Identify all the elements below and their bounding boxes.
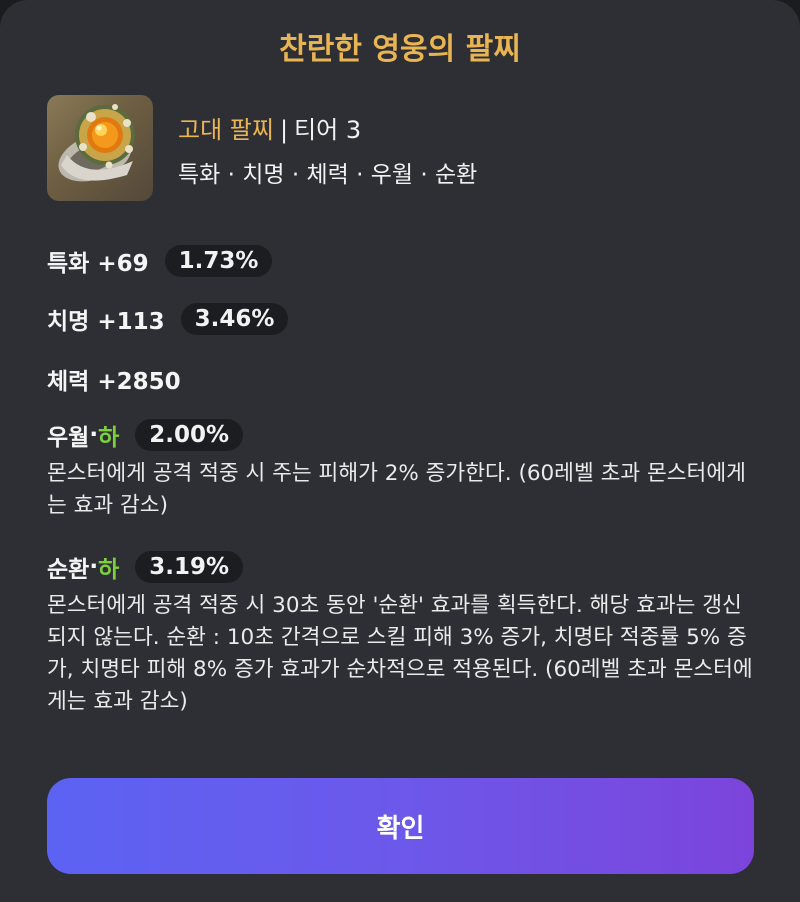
dialog-title: 찬란한 영웅의 팔찌: [279, 32, 521, 67]
effect-dot: ·: [89, 422, 99, 448]
item-separator: |: [279, 116, 289, 144]
stat-label: 특화 +69: [47, 251, 149, 277]
confirm-button[interactable]: 확인: [47, 778, 754, 874]
item-stats-summary: 특화 · 치명 · 체력 · 우월 · 순환: [178, 162, 478, 188]
effect-name: 순환: [47, 557, 90, 583]
effect-dot: ·: [89, 554, 99, 580]
stat-row-crit: 치명 +113 3.46%: [47, 302, 289, 336]
stat-label: 체력 +2850: [47, 369, 181, 395]
effect-description: 몬스터에게 공격 적중 시 30초 동안 '순환' 효과를 획득한다. 해당 효…: [47, 593, 753, 714]
item-tier: 티어 3: [294, 116, 362, 144]
effect-row-cycle: 순환 · 하 3.19%: [47, 550, 244, 584]
item-grade: 고대 팔찌: [178, 116, 274, 144]
stat-row-specialization: 특화 +69 1.73%: [47, 244, 273, 278]
bracelet-detail-dialog: 찬란한 영웅의 팔찌 고대 팔찌 | 티어 3 특화 · 치명 · 체력 · 우월 …: [0, 0, 800, 902]
item-header: 고대 팔찌 | 티어 3: [178, 110, 361, 145]
bracelet-icon: [47, 95, 153, 201]
effect-grade: 하: [98, 557, 120, 583]
effect-percent-badge: 2.00%: [135, 419, 244, 451]
effect-percent-badge: 3.19%: [135, 551, 244, 583]
effect-grade: 하: [98, 425, 120, 451]
effect-row-superiority: 우월 · 하 2.00%: [47, 418, 244, 452]
effect-description: 몬스터에게 공격 적중 시 주는 피해가 2% 증가한다. (60레벨 초과 몬…: [47, 461, 746, 518]
stat-row-vitality: 체력 +2850: [47, 362, 181, 396]
stat-percent-badge: 1.73%: [164, 245, 273, 277]
stat-percent-badge: 3.46%: [180, 303, 289, 335]
stat-label: 치명 +113: [47, 309, 165, 335]
effect-name: 우월: [47, 425, 90, 451]
